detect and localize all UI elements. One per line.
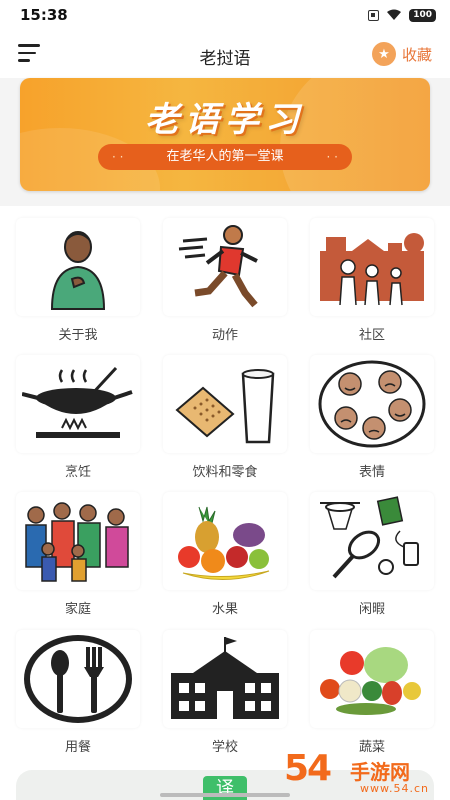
family-icon	[25, 502, 129, 582]
running-person-icon	[178, 225, 258, 308]
cracker-glass-icon	[175, 369, 275, 444]
leisure-icon	[320, 496, 419, 579]
category-label: 饮料和零食	[192, 465, 258, 480]
category-about-me[interactable]: 关于我	[16, 210, 140, 343]
category-label: 社区	[358, 328, 385, 343]
category-actions[interactable]: 动作	[163, 210, 287, 343]
category-label: 家庭	[64, 602, 91, 617]
category-label: 闲暇	[358, 602, 385, 617]
category-label: 关于我	[58, 328, 98, 343]
promo-banner[interactable]: 老语学习 在老华人的第一堂课	[20, 78, 430, 191]
category-label: 水果	[211, 602, 238, 617]
app-header: 老挝语 ★ 收藏	[0, 30, 450, 78]
banner-subtitle: 在老华人的第一堂课	[98, 144, 352, 170]
battery-indicator: 100	[409, 8, 436, 22]
category-tile	[16, 630, 140, 728]
category-community[interactable]: 社区	[310, 210, 434, 343]
wifi-icon	[387, 9, 402, 20]
watermark-text: 手游网	[350, 760, 410, 784]
category-tile	[16, 218, 140, 316]
category-label: 烹饪	[64, 465, 91, 480]
category-grid: 关于我 动作 社区 烹饪 饮料和零食 表情 家庭 水果 闲暇 用餐 学校 蔬菜	[0, 206, 450, 800]
category-fruit[interactable]: 水果	[163, 484, 287, 617]
watermark-logo: 54 手游网 www.54.cn	[284, 748, 444, 798]
category-cooking[interactable]: 烹饪	[16, 347, 140, 480]
watermark-number: 54	[284, 748, 332, 789]
sim-icon	[368, 9, 380, 21]
category-label: 学校	[211, 740, 238, 755]
category-tile	[163, 630, 287, 728]
favorites-label: 收藏	[401, 45, 432, 64]
category-tile	[16, 355, 140, 453]
category-tile	[163, 355, 287, 453]
category-tile	[163, 492, 287, 590]
vegetables-icon	[320, 647, 421, 715]
category-label: 表情	[358, 465, 385, 480]
fruit-icon	[178, 506, 270, 580]
category-tile	[163, 218, 287, 316]
category-tile	[310, 492, 434, 590]
menu-icon[interactable]	[18, 44, 40, 64]
banner-title: 老语学习	[145, 100, 305, 140]
category-family[interactable]: 家庭	[16, 484, 140, 617]
faces-plate-icon	[318, 360, 426, 448]
category-drinks-snacks[interactable]: 饮料和零食	[163, 347, 287, 480]
school-icon	[171, 637, 279, 719]
category-vegetables[interactable]: 蔬菜	[310, 622, 434, 755]
category-tile	[310, 218, 434, 316]
category-tile	[310, 355, 434, 453]
category-tile	[16, 492, 140, 590]
community-icon	[320, 233, 424, 306]
status-icons: 100	[368, 8, 436, 22]
watermark-domain: www.54.cn	[360, 782, 429, 795]
category-leisure[interactable]: 闲暇	[310, 484, 434, 617]
status-bar: 15:38 100	[0, 0, 450, 30]
category-school[interactable]: 学校	[163, 622, 287, 755]
person-icon	[50, 231, 106, 310]
home-indicator	[160, 793, 290, 797]
frying-pan-icon	[22, 366, 133, 438]
category-tile	[310, 630, 434, 728]
category-emotions[interactable]: 表情	[310, 347, 434, 480]
spoon-fork-icon	[24, 635, 132, 723]
status-time: 15:38	[20, 6, 68, 24]
favorites-button[interactable]: ★ 收藏	[371, 42, 432, 66]
category-label: 动作	[211, 328, 238, 343]
category-dining[interactable]: 用餐	[16, 622, 140, 755]
star-icon: ★	[371, 42, 396, 66]
category-label: 用餐	[64, 740, 91, 755]
